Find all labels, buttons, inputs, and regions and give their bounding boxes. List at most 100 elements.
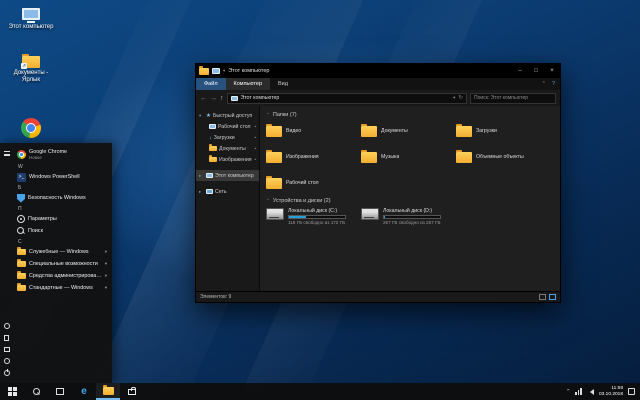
start-item-accessibility[interactable]: Специальные возможности ▾: [15, 258, 109, 270]
refresh-icon[interactable]: ↻: [458, 95, 463, 101]
desktop[interactable]: Этот компьютер ↗ Документы - Ярлык ▾ Это…: [0, 0, 640, 400]
maximize-button[interactable]: □: [528, 64, 544, 78]
start-button[interactable]: [0, 383, 24, 400]
folder-tile-3d-objects[interactable]: Объемные объекты: [456, 148, 551, 166]
documents-icon[interactable]: [4, 335, 9, 341]
tab-view[interactable]: Вид: [270, 78, 296, 90]
drive-tile-c[interactable]: Локальный диск (C:) 118 ГБ свободно из 1…: [266, 208, 361, 234]
chevron-icon: ⌃: [266, 112, 270, 117]
nav-item-pictures[interactable]: Изображения •: [196, 154, 259, 165]
quick-access-toolbar-chevron-icon[interactable]: ▾: [223, 68, 225, 74]
start-item-settings[interactable]: Параметры: [15, 213, 109, 225]
start-item-windows-system-tools[interactable]: Служебные — Windows ▾: [15, 246, 109, 258]
drive-icon: [361, 208, 379, 220]
details-view-button[interactable]: [539, 294, 546, 300]
chevron-right-icon[interactable]: ▸: [199, 189, 204, 195]
pin-icon: •: [254, 146, 256, 151]
taskbar-search-button[interactable]: [24, 383, 48, 400]
desktop-icon-this-pc[interactable]: Этот компьютер: [8, 8, 54, 31]
start-item-admin-tools[interactable]: Средства администрирования — Windows ▾: [15, 270, 109, 282]
address-computer-icon: [230, 95, 238, 101]
pictures-icon[interactable]: [3, 347, 10, 352]
file-explorer-window: ▾ Этот компьютер – □ × Файл Компьютер Ви…: [195, 63, 561, 303]
taskbar-clock[interactable]: 11:58 03.10.2018: [599, 386, 623, 398]
up-icon[interactable]: ↑: [220, 95, 224, 102]
folder-tile-downloads[interactable]: Загрузки: [456, 122, 551, 140]
folder-name: Документы: [381, 128, 408, 134]
start-item-chrome[interactable]: Google Chrome Новое: [15, 147, 109, 162]
chevron-down-icon: ▾: [104, 273, 107, 278]
folder-tile-pictures[interactable]: Изображения: [266, 148, 361, 166]
nav-item-downloads[interactable]: ↓ Загрузки •: [196, 132, 259, 143]
desktop-icon-chrome[interactable]: [8, 118, 54, 138]
menu-icon[interactable]: [3, 151, 10, 156]
hidden-icons-chevron-icon[interactable]: ⌃: [566, 389, 571, 395]
chevron-down-icon: ▾: [104, 285, 107, 290]
tab-computer[interactable]: Компьютер: [225, 78, 270, 90]
app-label: Windows PowerShell: [29, 174, 80, 180]
start-item-search[interactable]: Поиск: [15, 225, 109, 237]
help-icon[interactable]: ?: [552, 81, 555, 87]
taskbar-edge-button[interactable]: e: [72, 383, 96, 400]
folder-tile-documents[interactable]: Документы: [361, 122, 456, 140]
network-icon[interactable]: [575, 388, 582, 395]
drive-used-fill: [289, 216, 307, 218]
letter-header-b[interactable]: Б: [15, 183, 109, 192]
close-button[interactable]: ×: [544, 64, 560, 78]
start-item-accessories[interactable]: Стандартные — Windows ▾: [15, 282, 109, 294]
chevron-right-icon[interactable]: ▸: [199, 173, 204, 179]
app-label: Средства администрирования — Windows: [29, 273, 102, 279]
start-item-powershell[interactable]: >_ Windows PowerShell: [15, 171, 109, 183]
power-icon[interactable]: [3, 369, 10, 376]
folders-group-header[interactable]: ⌃ Папки (7): [266, 112, 554, 118]
nav-item-desktop[interactable]: Рабочий стол •: [196, 121, 259, 132]
search-input[interactable]: Поиск: Этот компьютер: [470, 92, 556, 104]
taskbar-store-button[interactable]: [120, 383, 144, 400]
drive-name: Локальный диск (D:): [383, 208, 433, 214]
nav-this-pc[interactable]: ▸ Этот компьютер: [196, 170, 259, 181]
task-view-button[interactable]: [48, 383, 72, 400]
drive-tile-d[interactable]: Локальный диск (D:) 267 ГБ свободно из 2…: [361, 208, 456, 234]
nav-quick-access[interactable]: ▾ ★ Быстрый доступ: [196, 110, 259, 121]
desktop-mini-icon: [209, 124, 216, 129]
address-dropdown-icon[interactable]: ▾: [453, 95, 455, 101]
search-icon: [17, 227, 25, 235]
back-icon[interactable]: ←: [200, 95, 207, 102]
folder-tile-video[interactable]: Видео: [266, 122, 361, 140]
quick-access-computer-icon[interactable]: [212, 68, 220, 74]
letter-header-w[interactable]: W: [15, 162, 109, 171]
desktop-icon-label: Этот компьютер: [8, 24, 54, 30]
address-bar[interactable]: Этот компьютер ▾ ↻: [226, 92, 467, 104]
folder-tile-desktop[interactable]: Рабочий стол: [266, 174, 361, 192]
letter-header-p[interactable]: П: [15, 204, 109, 213]
large-icons-view-button[interactable]: [549, 294, 556, 300]
chevron-down-icon[interactable]: ▾: [199, 113, 204, 119]
nav-network[interactable]: ▸ Сеть: [196, 186, 259, 197]
settings-icon[interactable]: [3, 358, 10, 364]
window-title: Этот компьютер: [228, 68, 270, 74]
nav-label: Быстрый доступ: [212, 112, 253, 119]
nav-item-documents[interactable]: Документы •: [196, 143, 259, 154]
explorer-titlebar[interactable]: ▾ Этот компьютер – □ ×: [196, 64, 560, 78]
folder-tile-music[interactable]: Музыка: [361, 148, 456, 166]
action-center-icon[interactable]: [628, 388, 635, 395]
volume-icon[interactable]: [587, 388, 594, 395]
drive-capacity-bar: [288, 215, 346, 219]
chevron-icon: ⌃: [266, 198, 270, 203]
tab-file[interactable]: Файл: [196, 78, 226, 90]
forward-icon[interactable]: →: [210, 95, 217, 102]
letter-header-s[interactable]: С: [15, 237, 109, 246]
expand-ribbon-icon[interactable]: ⌃: [542, 81, 546, 87]
address-text: Этот компьютер: [240, 95, 280, 101]
devices-group-header[interactable]: ⌃ Устройства и диски (2): [266, 198, 554, 204]
gear-icon: [17, 215, 25, 223]
computer-icon: [22, 8, 40, 20]
search-icon: [32, 388, 40, 395]
user-account-icon[interactable]: [3, 323, 10, 329]
chevron-down-icon: ▾: [104, 249, 107, 254]
minimize-button[interactable]: –: [512, 64, 528, 78]
desktop-icon-documents-shortcut[interactable]: ↗ Документы - Ярлык: [8, 54, 54, 84]
taskbar-file-explorer-button[interactable]: [96, 383, 120, 400]
drive-capacity-bar: [383, 215, 441, 219]
start-item-windows-security[interactable]: Безопасность Windows: [15, 192, 109, 204]
